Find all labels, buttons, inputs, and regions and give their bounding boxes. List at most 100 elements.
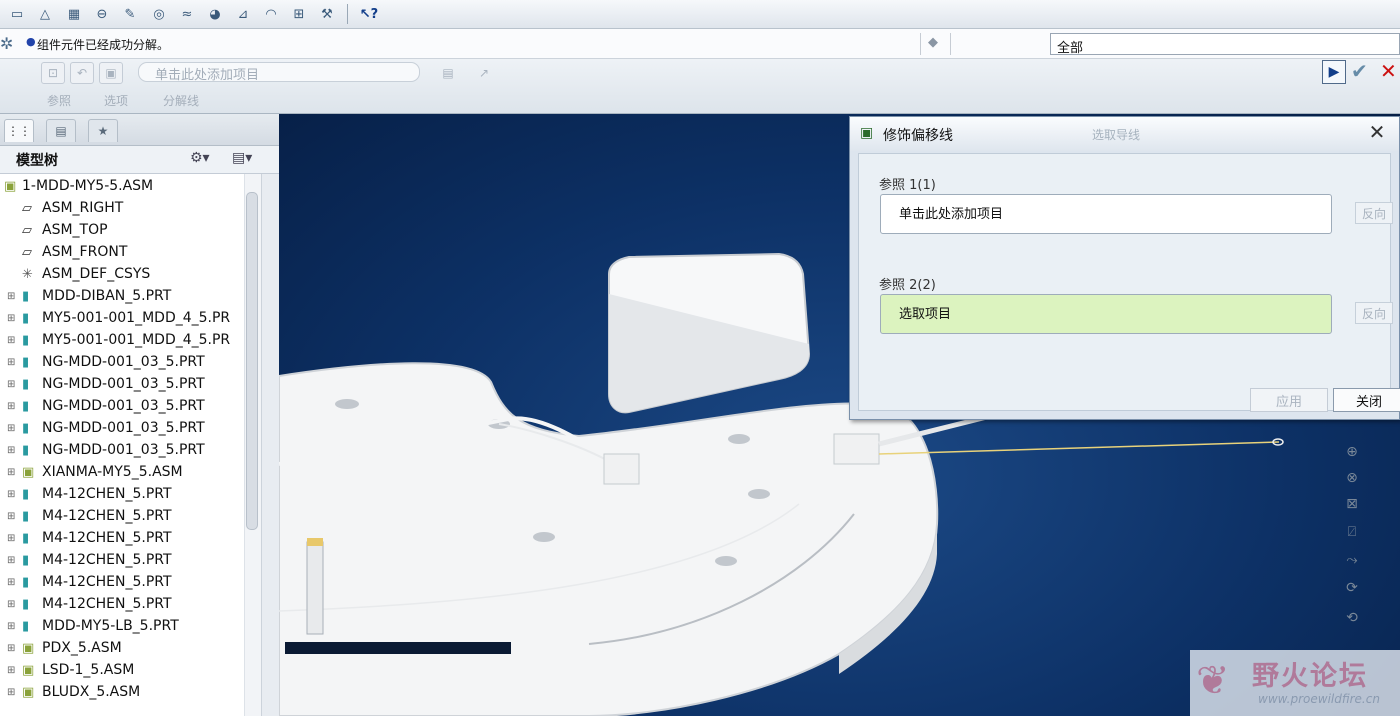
paste-icon[interactable]: ⊡ xyxy=(41,62,65,84)
tree-show-icon[interactable]: ▤▾ xyxy=(232,150,252,166)
tab-favorites[interactable]: ★ xyxy=(88,119,118,142)
tree-item[interactable]: ⊞ ▮ NG-MDD-001_03_5.PRT xyxy=(0,352,244,374)
sketch-icon[interactable]: ✎ xyxy=(119,3,141,25)
expand-icon[interactable]: ⊞ xyxy=(7,445,15,456)
tree-item[interactable]: ⊞ ▣ BLUDX_5.ASM xyxy=(0,682,244,704)
resize-grip-icon[interactable]: ◆ xyxy=(928,35,938,50)
filter-select[interactable]: 全部 xyxy=(1050,33,1400,56)
tree-item[interactable]: ⊞ ▮ M4-12CHEN_5.PRT xyxy=(0,484,244,506)
undo-icon[interactable]: ↶ xyxy=(70,62,94,84)
tree-item[interactable]: ▱ ASM_TOP xyxy=(0,220,244,242)
sketch-icon[interactable]: ▣ xyxy=(99,62,123,84)
model-tree: ▣ 1-MDD-MY5-5.ASM ▱ ASM_RIGHT ▱ ASM_TOP ▱ ASM_F… xyxy=(0,174,244,716)
tree-item[interactable]: ⊞ ▮ M4-12CHEN_5.PRT xyxy=(0,594,244,616)
tab-explode-line[interactable]: 分解线 xyxy=(163,92,199,109)
scale-icon[interactable]: ⊞ xyxy=(288,3,310,25)
expand-icon[interactable]: ⊞ xyxy=(7,357,15,368)
analysis-icon[interactable]: ⟳ xyxy=(1340,576,1364,600)
tab-options[interactable]: 选项 xyxy=(104,92,128,109)
context-help-icon[interactable]: ↖? xyxy=(358,3,380,25)
tree-item[interactable]: ⊞ ▮ NG-MDD-001_03_5.PRT xyxy=(0,418,244,440)
expand-icon[interactable]: ⊞ xyxy=(7,665,15,676)
apply-button[interactable]: 应用 xyxy=(1250,388,1328,412)
datum-axis-icon[interactable]: ⊕ xyxy=(1340,440,1364,464)
expand-icon[interactable]: ⊞ xyxy=(7,577,15,588)
table-icon[interactable]: ▦ xyxy=(63,3,85,25)
cancel-button[interactable]: ✕ xyxy=(1380,59,1397,83)
help-glyph: ? xyxy=(370,6,379,22)
expand-icon[interactable]: ⊞ xyxy=(7,423,15,434)
tree-item[interactable]: ⊞ ▮ M4-12CHEN_5.PRT xyxy=(0,506,244,528)
tree-item[interactable]: ⊞ ▮ M4-12CHEN_5.PRT xyxy=(0,572,244,594)
reference-1-flip-button[interactable]: 反向 xyxy=(1355,202,1393,224)
tree-item[interactable]: ⊞ ▮ NG-MDD-001_03_5.PRT xyxy=(0,374,244,396)
expand-icon[interactable]: ⊞ xyxy=(7,533,15,544)
expand-icon[interactable]: ⊞ xyxy=(7,291,15,302)
cosmetic-icon[interactable]: ≈ xyxy=(176,3,198,25)
datum-point-icon[interactable]: ⊗ xyxy=(1340,466,1364,490)
surface-icon[interactable]: ◎ xyxy=(148,3,170,25)
tree-item[interactable]: ▣ 1-MDD-MY5-5.ASM xyxy=(0,176,244,198)
expand-icon[interactable]: ⊞ xyxy=(7,511,15,522)
prt-icon: ▮ xyxy=(22,509,30,524)
confirm-button[interactable]: ✔ xyxy=(1351,59,1368,83)
pick-icon[interactable]: ↗ xyxy=(472,62,496,84)
expand-icon[interactable]: ⊞ xyxy=(7,335,15,346)
resume-button[interactable]: ▶ xyxy=(1322,60,1346,84)
tab-model-tree[interactable]: ⋮⋮ xyxy=(4,119,34,142)
tree-scrollbar-thumb[interactable] xyxy=(246,192,258,530)
tree-item[interactable]: ⊞ ▮ MY5-001-001_MDD_4_5.PR xyxy=(0,330,244,352)
curve-icon[interactable]: ⤳ xyxy=(1340,548,1364,572)
model-tree-header: 模型树 ⚙▾ ▤▾ xyxy=(0,146,279,174)
reference-1-field[interactable]: 单击此处添加项目 xyxy=(880,194,1332,234)
tab-references[interactable]: 参照 xyxy=(47,92,71,109)
expand-icon[interactable]: ⊞ xyxy=(7,687,15,698)
measure-icon[interactable]: ⟲ xyxy=(1340,606,1364,630)
expand-icon[interactable]: ⊞ xyxy=(7,555,15,566)
expand-icon[interactable]: ⊞ xyxy=(7,379,15,390)
tree-settings-icon[interactable]: ⚙▾ xyxy=(190,150,210,166)
appearance-icon[interactable]: ◕ xyxy=(204,3,226,25)
close-icon[interactable]: ✕ xyxy=(1360,119,1394,145)
note-icon[interactable]: ⊖ xyxy=(91,3,113,25)
expand-icon[interactable]: ⊞ xyxy=(7,489,15,500)
close-button[interactable]: 关闭 xyxy=(1333,388,1400,412)
expand-icon[interactable]: ⊞ xyxy=(7,599,15,610)
tree-item[interactable]: ⊞ ▮ MDD-MY5-LB_5.PRT xyxy=(0,616,244,638)
tree-item[interactable]: ⊞ ▮ NG-MDD-001_03_5.PRT xyxy=(0,396,244,418)
pane-splitter[interactable] xyxy=(261,174,279,716)
dialog-icon: ▣ xyxy=(860,125,874,141)
dialog-titlebar[interactable]: ▣ 修饰偏移线 选取导线 ✕ xyxy=(850,117,1399,151)
reference-2-field[interactable]: 选取项目 xyxy=(880,294,1332,334)
prt-icon: ▮ xyxy=(22,575,30,590)
tree-item[interactable]: ⊞ ▣ LSD-1_5.ASM xyxy=(0,660,244,682)
expand-icon[interactable]: ⊞ xyxy=(7,643,15,654)
tree-item[interactable]: ⊞ ▣ PDX_5.ASM xyxy=(0,638,244,660)
dimension-icon[interactable]: ▭ xyxy=(6,3,28,25)
tab-folder[interactable]: ▤ xyxy=(46,119,76,142)
tree-item[interactable]: ⊞ ▮ MDD-DIBAN_5.PRT xyxy=(0,286,244,308)
pause-icon[interactable]: ▤ xyxy=(436,62,460,84)
datum-csys-icon[interactable]: ⊠ xyxy=(1340,492,1364,516)
annotation-icon[interactable]: ⊿ xyxy=(232,3,254,25)
tree-item[interactable]: ▱ ASM_FRONT xyxy=(0,242,244,264)
tree-item[interactable]: ⊞ ▣ XIANMA-MY5_5.ASM xyxy=(0,462,244,484)
tree-item[interactable]: ⊞ ▮ MY5-001-001_MDD_4_5.PR xyxy=(0,308,244,330)
tree-item[interactable]: ⊞ ▮ NG-MDD-001_03_5.PRT xyxy=(0,440,244,462)
sketch-plane-icon[interactable]: ⍁ xyxy=(1340,520,1364,544)
hatch-icon[interactable]: ◠ xyxy=(260,3,282,25)
expand-icon[interactable]: ⊞ xyxy=(7,621,15,632)
reference-2-flip-button[interactable]: 反向 xyxy=(1355,302,1393,324)
expand-icon[interactable]: ⊞ xyxy=(7,401,15,412)
tree-item[interactable]: ⊞ ▮ M4-12CHEN_5.PRT xyxy=(0,528,244,550)
expand-icon[interactable]: ⊞ xyxy=(7,467,15,478)
tool-icon[interactable]: ⚒ xyxy=(316,3,338,25)
tree-item[interactable]: ✳ ASM_DEF_CSYS xyxy=(0,264,244,286)
tree-item[interactable]: ⊞ ▮ M4-12CHEN_5.PRT xyxy=(0,550,244,572)
datum-plane-icon[interactable]: △ xyxy=(34,3,56,25)
tree-item[interactable]: ▱ ASM_RIGHT xyxy=(0,198,244,220)
reference-collector[interactable]: 单击此处添加项目 xyxy=(138,62,420,83)
dashboard: ⊡ ↶ ▣ 单击此处添加项目 ▤ ↗ 参照 选项 分解线 xyxy=(0,59,1400,114)
expand-icon[interactable]: ⊞ xyxy=(7,313,15,324)
logo-icon: ❦ xyxy=(1196,658,1230,704)
